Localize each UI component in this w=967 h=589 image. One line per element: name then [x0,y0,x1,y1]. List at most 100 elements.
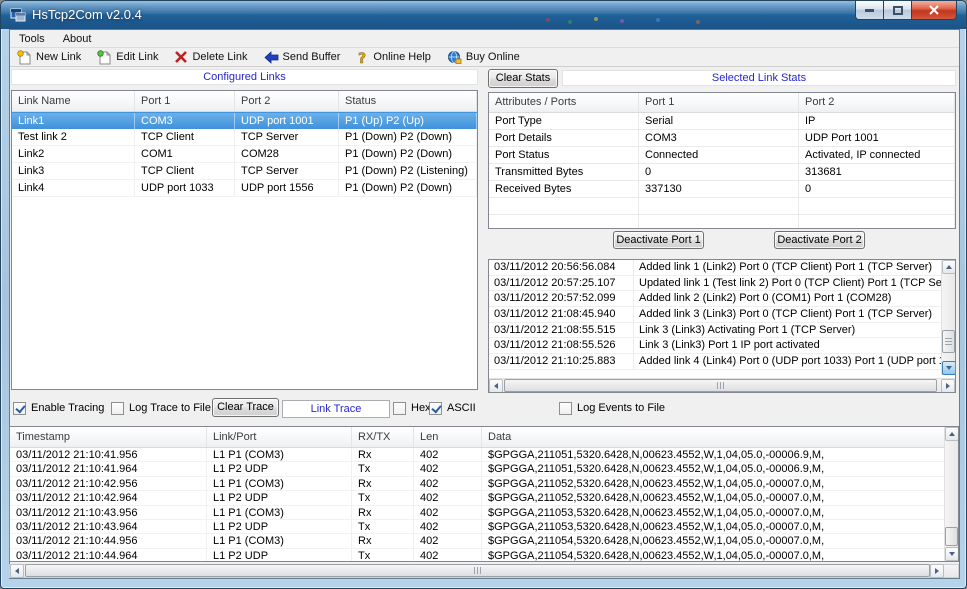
ascii-checkbox[interactable]: ASCII [429,400,476,416]
trace-hscrollbar[interactable] [9,564,959,578]
event-scroll-right-button[interactable] [941,379,955,393]
new-link-button[interactable]: New Link [10,48,90,66]
delete-link-icon [174,50,188,64]
link-port2-cell: TCP Server [235,163,339,180]
event-log-entry[interactable]: 03/11/2012 21:10:25.883 Added link 4 (Li… [489,354,941,370]
configured-links-body: Link1 COM3 UDP port 1001 P1 (Up) P2 (Up)… [12,112,477,197]
menubar: Tools About [10,30,959,48]
stats-row[interactable]: Received Bytes 337130 0 [489,181,955,198]
deactivate-port2-button[interactable]: Deactivate Port 2 [774,231,865,249]
link-row[interactable]: Link4 UDP port 1033 UDP port 1556 P1 (Do… [12,180,477,197]
clear-stats-button[interactable]: Clear Stats [488,69,558,88]
event-log-hscrollbar[interactable] [489,378,955,392]
trace-scroll-down-button[interactable] [945,547,959,561]
enable-tracing-checkbox[interactable]: Enable Tracing [13,400,104,416]
titlebar-shine [1,1,966,14]
column-header-status[interactable]: Status [339,91,477,111]
trace-scroll-left-button[interactable] [10,564,24,578]
trace-row[interactable]: 03/11/2012 21:10:43.964 L1 P2 UDP Tx 402… [10,520,946,534]
event-log-entry[interactable]: 03/11/2012 20:57:25.107 Updated link 1 (… [489,276,941,292]
stats-port2-cell: Activated, IP connected [799,147,955,164]
selected-link-stats-title: Selected Link Stats [562,70,956,86]
arrow-up-icon [949,432,955,436]
event-hscroll-thumb[interactable] [504,379,937,392]
event-log-entry[interactable]: 03/11/2012 21:08:55.526 Link 3 (Link3) P… [489,338,941,354]
event-log-entry[interactable]: 03/11/2012 21:08:55.515 Link 3 (Link3) A… [489,323,941,339]
link-row[interactable]: Link3 TCP Client TCP Server P1 (Down) P2… [12,163,477,180]
column-header-link-port[interactable]: Link/Port [207,427,352,447]
trace-row[interactable]: 03/11/2012 21:10:44.964 L1 P2 UDP Tx 402… [10,549,946,562]
close-button[interactable] [912,1,957,20]
deactivate-port1-button[interactable]: Deactivate Port 1 [613,231,704,249]
minimize-button[interactable] [855,1,884,20]
trace-link-port-cell: L1 P2 UDP [207,462,352,476]
link-name-cell: Link4 [12,180,135,197]
trace-scroll-right-button[interactable] [930,564,944,578]
event-timestamp-cell: 03/11/2012 21:10:25.883 [489,354,634,370]
trace-data-cell: $GPGGA,211052,5320.6428,N,00623.4552,W,1… [482,491,946,505]
edit-link-button[interactable]: Edit Link [90,48,167,66]
delete-link-button[interactable]: Delete Link [167,48,256,66]
event-log-vscrollbar[interactable] [941,260,955,375]
event-scroll-up-button[interactable] [942,260,956,274]
online-help-button[interactable]: ? Online Help [349,48,439,66]
trace-table-header: Timestamp Link/Port RX/TX Len Data [10,427,946,448]
event-log-entry[interactable]: 03/11/2012 21:08:45.940 Added link 3 (Li… [489,307,941,323]
column-header-port1[interactable]: Port 1 [135,91,235,111]
trace-timestamp-cell: 03/11/2012 21:10:42.956 [10,477,207,491]
link-row[interactable]: Link2 COM1 COM28 P1 (Down) P2 (Down) [12,146,477,163]
stats-port2-cell: UDP Port 1001 [799,130,955,147]
trace-row[interactable]: 03/11/2012 21:10:42.964 L1 P2 UDP Tx 402… [10,491,946,505]
send-buffer-icon [264,51,279,64]
column-header-rx-tx[interactable]: RX/TX [352,427,414,447]
arrow-down-icon [946,366,952,370]
stats-row[interactable]: Port Details COM3 UDP Port 1001 [489,130,955,147]
event-vscroll-thumb[interactable] [942,330,955,353]
trace-row[interactable]: 03/11/2012 21:10:41.956 L1 P1 (COM3) Rx … [10,448,946,462]
trace-row[interactable]: 03/11/2012 21:10:44.956 L1 P1 (COM3) Rx … [10,534,946,548]
event-log-entry[interactable]: 03/11/2012 20:57:52.099 Added link 2 (Li… [489,291,941,307]
trace-row[interactable]: 03/11/2012 21:10:42.956 L1 P1 (COM3) Rx … [10,477,946,491]
stats-empty-row [489,198,955,215]
column-header-attributes[interactable]: Attributes / Ports [489,93,639,112]
buy-online-button[interactable]: Buy Online [440,48,529,66]
titlebar-reflection [546,18,550,22]
stats-row[interactable]: Port Status Connected Activated, IP conn… [489,147,955,164]
stats-row[interactable]: Port Type Serial IP [489,113,955,130]
trace-link-port-cell: L1 P2 UDP [207,520,352,534]
trace-vscroll-thumb[interactable] [945,527,958,546]
maximize-button[interactable] [884,1,912,20]
send-buffer-button[interactable]: Send Buffer [257,48,350,66]
column-header-timestamp[interactable]: Timestamp [10,427,207,447]
column-header-data[interactable]: Data [482,427,946,447]
clear-trace-button[interactable]: Clear Trace [212,398,279,417]
delete-link-label: Delete Link [192,51,247,63]
trace-vscrollbar[interactable] [944,427,958,561]
hex-label: Hex [411,402,431,414]
menu-tools[interactable]: Tools [10,30,54,48]
column-header-stats-port1[interactable]: Port 1 [639,93,799,112]
trace-row[interactable]: 03/11/2012 21:10:43.956 L1 P1 (COM3) Rx … [10,506,946,520]
log-trace-checkbox[interactable]: Log Trace to File [111,400,211,416]
trace-data-cell: $GPGGA,211052,5320.6428,N,00623.4552,W,1… [482,477,946,491]
hex-checkbox[interactable]: Hex [393,400,431,416]
column-header-stats-port2[interactable]: Port 2 [799,93,955,112]
link-row[interactable]: Link1 COM3 UDP port 1001 P1 (Up) P2 (Up) [12,112,477,129]
stats-row[interactable]: Transmitted Bytes 0 313681 [489,164,955,181]
enable-tracing-label: Enable Tracing [31,402,104,414]
event-scroll-down-button[interactable] [942,361,956,375]
link-row[interactable]: Test link 2 TCP Client TCP Server P1 (Do… [12,129,477,146]
event-log-entry[interactable]: 03/11/2012 20:56:56.084 Added link 1 (Li… [489,260,941,276]
column-header-port2[interactable]: Port 2 [235,91,339,111]
column-header-len[interactable]: Len [414,427,482,447]
checkbox-box-icon [429,402,442,415]
trace-hscroll-thumb[interactable] [25,564,930,577]
column-header-link-name[interactable]: Link Name [12,91,135,111]
link-port2-cell: TCP Server [235,129,339,146]
trace-row[interactable]: 03/11/2012 21:10:41.964 L1 P2 UDP Tx 402… [10,462,946,476]
log-events-checkbox[interactable]: Log Events to File [559,400,665,416]
event-scroll-left-button[interactable] [489,379,503,393]
edit-link-icon [97,50,112,65]
trace-scroll-up-button[interactable] [945,427,959,441]
menu-about[interactable]: About [54,30,101,48]
